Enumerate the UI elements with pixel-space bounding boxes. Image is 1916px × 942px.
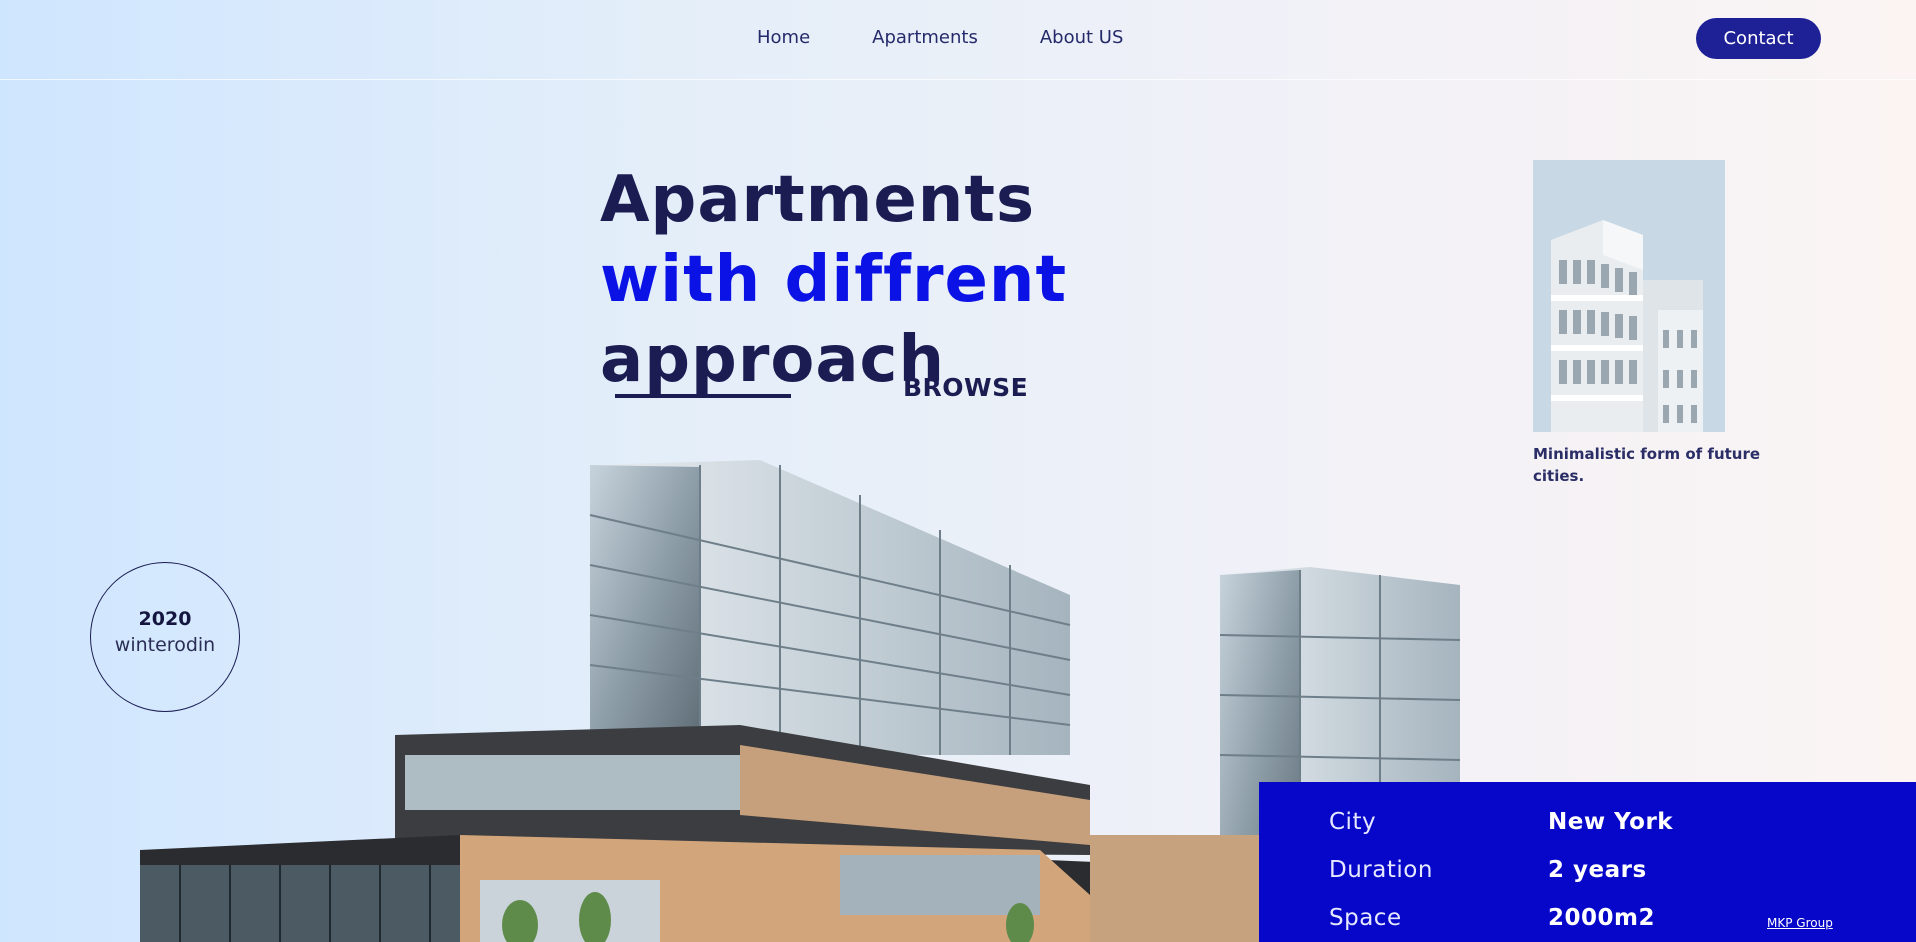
- headline-line-3: approach: [600, 320, 945, 400]
- top-navbar: Home Apartments About US Contact: [0, 0, 1916, 80]
- headline-line-2: with diffrent: [600, 243, 1068, 317]
- info-value-space: 2000m2: [1548, 905, 1655, 931]
- browse-link[interactable]: BROWSE: [903, 373, 1028, 402]
- hero-headline: Apartments with diffrent approach: [600, 160, 1067, 400]
- nav-link-home[interactable]: Home: [757, 27, 810, 48]
- headline-underline: [615, 394, 791, 398]
- info-row-city: City New York: [1329, 809, 1673, 835]
- info-row-duration: Duration 2 years: [1329, 857, 1647, 883]
- info-label-space: Space: [1329, 905, 1402, 931]
- tower-photo-icon: [1533, 160, 1725, 432]
- info-row-space: Space 2000m2: [1329, 905, 1655, 931]
- headline-line-1: Apartments: [600, 163, 1036, 237]
- photo-caption: Minimalistic form of future cities.: [1533, 445, 1761, 485]
- nav-link-about[interactable]: About US: [1040, 27, 1124, 48]
- main-nav: Home Apartments About US: [757, 27, 1185, 48]
- contact-button[interactable]: Contact: [1696, 18, 1821, 59]
- headline-line-3-text: approach: [600, 323, 946, 397]
- tower-photo: [1533, 160, 1725, 432]
- info-value-city: New York: [1548, 809, 1674, 835]
- info-label-duration: Duration: [1329, 857, 1433, 883]
- credit-link[interactable]: MKP Group: [1767, 916, 1833, 930]
- nav-link-apartments[interactable]: Apartments: [872, 27, 978, 48]
- info-value-duration: 2 years: [1548, 857, 1647, 883]
- info-label-city: City: [1329, 809, 1377, 835]
